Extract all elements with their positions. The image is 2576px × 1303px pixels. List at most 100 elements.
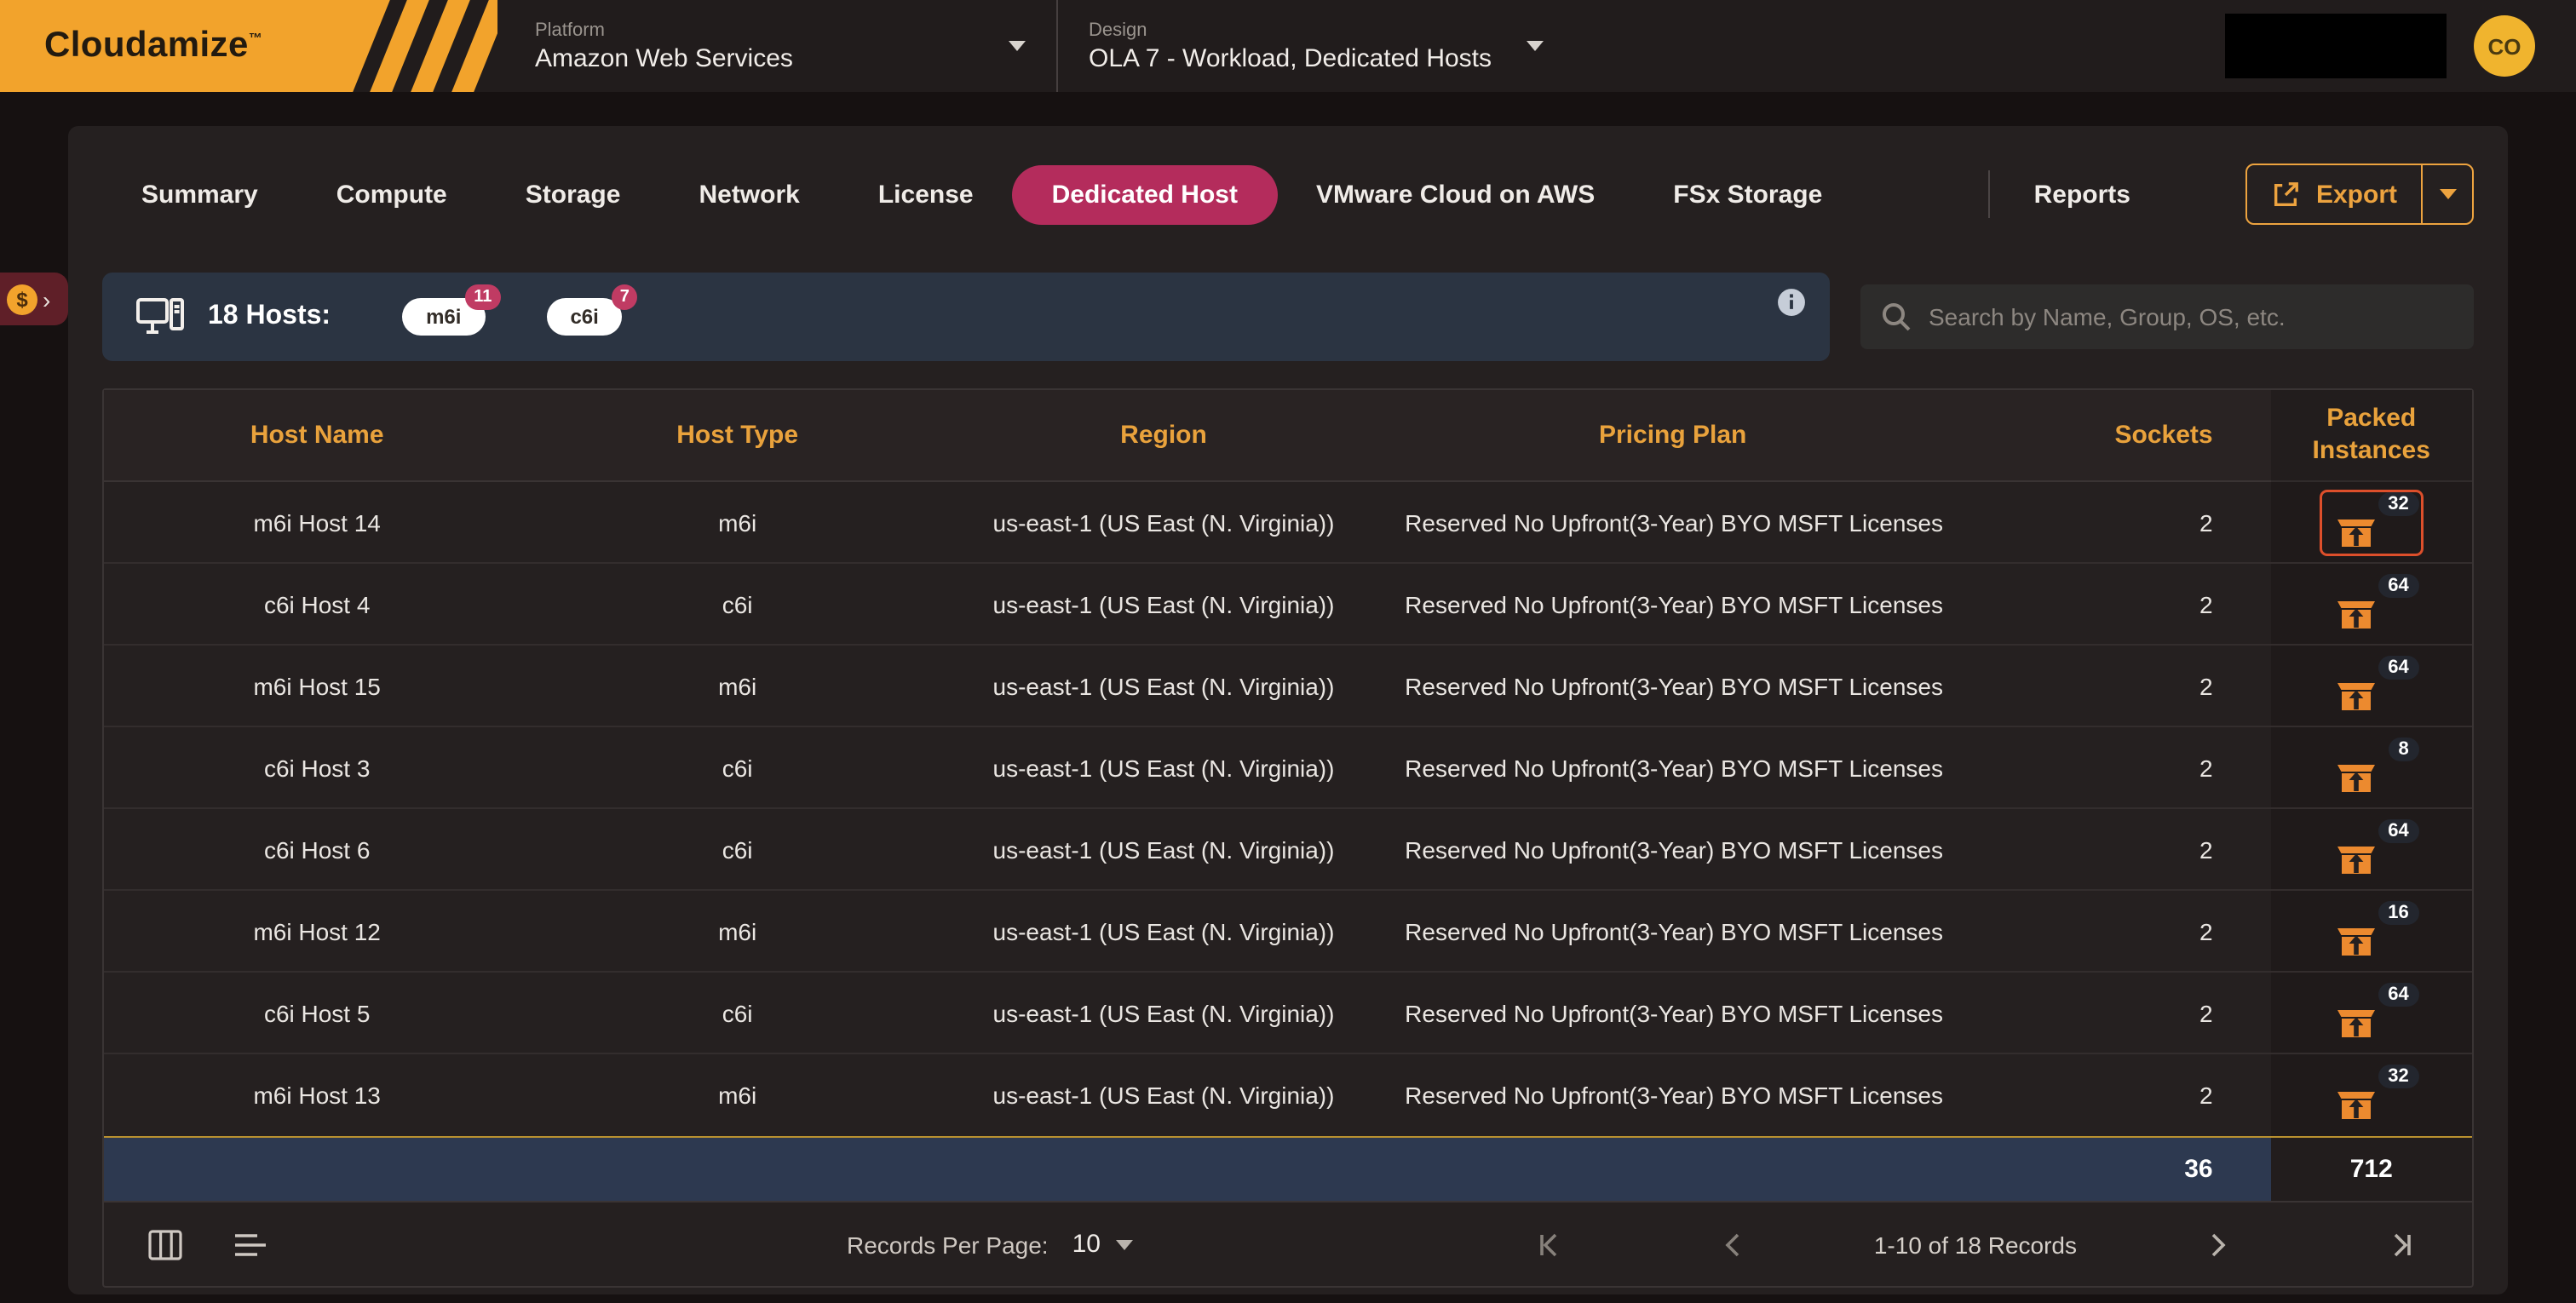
table-row[interactable]: m6i Host 14 m6i us-east-1 (US East (N. V… (104, 482, 2472, 564)
packed-instances-button[interactable]: 64 (2322, 982, 2421, 1043)
packed-instances-button[interactable]: 64 (2322, 655, 2421, 716)
packed-instances-button[interactable]: 16 (2322, 900, 2421, 961)
last-page-icon (2387, 1237, 2414, 1263)
records-range-info: 1-10 of 18 Records (1874, 1231, 2077, 1258)
table-row[interactable]: c6i Host 4 c6i us-east-1 (US East (N. Vi… (104, 564, 2472, 646)
nav-tabs: SummaryComputeStorageNetworkLicenseDedic… (102, 157, 2474, 232)
search-icon (1881, 301, 1912, 332)
records-per-page-select[interactable]: 10 (1072, 1230, 1133, 1259)
column-header-host-type[interactable]: Host Type (530, 420, 945, 452)
cell-sockets: 2 (1963, 508, 2270, 536)
chevron-down-icon (1009, 41, 1026, 51)
export-button[interactable]: Export (2246, 164, 2474, 225)
records-per-page: Records Per Page: 10 (847, 1230, 1133, 1259)
tab-license[interactable]: License (839, 164, 1013, 224)
cell-region: us-east-1 (US East (N. Virginia)) (945, 508, 1383, 536)
cell-pricing-plan: Reserved No Upfront(3-Year) BYO MSFT Lic… (1383, 999, 1963, 1026)
design-selector[interactable]: Design OLA 7 - Workload, Dedicated Hosts (1089, 20, 1543, 72)
tab-reports[interactable]: Reports (1990, 164, 2175, 224)
column-header-packed-instances[interactable]: Packed Instances (2271, 390, 2472, 482)
box-icon (2334, 508, 2378, 549)
design-value: OLA 7 - Workload, Dedicated Hosts (1089, 43, 1492, 72)
tab-network[interactable]: Network (659, 164, 838, 224)
host-type-label: m6i (426, 305, 461, 329)
cell-sockets: 2 (1963, 917, 2270, 944)
info-icon[interactable] (1777, 288, 1806, 317)
column-view-toggle[interactable] (148, 1229, 182, 1260)
tab-vmware-cloud-on-aws[interactable]: VMware Cloud on AWS (1277, 164, 1634, 224)
user-avatar[interactable]: CO (2474, 15, 2535, 77)
tab-fsx-storage[interactable]: FSx Storage (1634, 164, 1861, 224)
table-footer: Records Per Page: 10 (104, 1201, 2472, 1286)
chevron-down-icon (1116, 1239, 1133, 1249)
table-header-row: Host Name Host Type Region Pricing Plan … (104, 390, 2472, 482)
totals-row: 36 712 (104, 1136, 2472, 1201)
column-header-region[interactable]: Region (945, 420, 1383, 452)
packed-instances-button[interactable]: 8 (2322, 737, 2421, 798)
box-icon (2334, 835, 2378, 876)
table-row[interactable]: m6i Host 12 m6i us-east-1 (US East (N. V… (104, 891, 2472, 973)
tab-summary[interactable]: Summary (102, 164, 297, 224)
host-type-label: c6i (570, 305, 598, 329)
cloudamize-logo[interactable]: Cloudamize™ (0, 0, 497, 92)
list-view-toggle[interactable] (233, 1231, 267, 1258)
cell-packed-instances: 64 (2271, 973, 2472, 1053)
export-icon (2272, 180, 2301, 209)
next-page-button[interactable] (2189, 1231, 2244, 1258)
packed-instances-button[interactable]: 32 (2322, 1065, 2421, 1126)
table-row[interactable]: c6i Host 6 c6i us-east-1 (US East (N. Vi… (104, 809, 2472, 891)
packed-count-badge: 32 (2378, 491, 2419, 515)
cell-sockets: 2 (1963, 672, 2270, 699)
tab-storage[interactable]: Storage (486, 164, 660, 224)
table-row[interactable]: m6i Host 13 m6i us-east-1 (US East (N. V… (104, 1054, 2472, 1136)
cell-host-name: m6i Host 12 (104, 917, 530, 944)
packed-instances-button[interactable]: 32 (2322, 491, 2421, 553)
column-header-pricing-plan[interactable]: Pricing Plan (1383, 420, 1963, 452)
cell-host-name: c6i Host 3 (104, 754, 530, 781)
cell-sockets: 2 (1963, 1082, 2270, 1109)
design-label: Design (1089, 20, 1492, 40)
box-icon (2334, 754, 2378, 795)
summary-row: 18 Hosts: m6i 11 c6i 7 (102, 273, 2474, 361)
main-panel: SummaryComputeStorageNetworkLicenseDedic… (68, 126, 2508, 1294)
cell-packed-instances: 32 (2271, 1054, 2472, 1136)
cell-region: us-east-1 (US East (N. Virginia)) (945, 835, 1383, 863)
host-type-badge-c6i[interactable]: c6i 7 (546, 298, 622, 336)
trademark-symbol: ™ (249, 31, 262, 46)
tab-dedicated-host[interactable]: Dedicated Host (1013, 164, 1277, 224)
top-header: Cloudamize™ Platform Amazon Web Services… (0, 0, 2576, 92)
export-label: Export (2316, 180, 2397, 209)
packed-count-badge: 64 (2378, 982, 2419, 1006)
table-row[interactable]: c6i Host 5 c6i us-east-1 (US East (N. Vi… (104, 973, 2472, 1054)
cell-pricing-plan: Reserved No Upfront(3-Year) BYO MSFT Lic… (1383, 917, 1963, 944)
table-row[interactable]: m6i Host 15 m6i us-east-1 (US East (N. V… (104, 646, 2472, 727)
cell-region: us-east-1 (US East (N. Virginia)) (945, 672, 1383, 699)
host-badges: m6i 11 c6i 7 (402, 298, 623, 336)
previous-page-button[interactable] (1707, 1231, 1762, 1258)
cell-region: us-east-1 (US East (N. Virginia)) (945, 590, 1383, 617)
cost-panel-toggle[interactable]: $ › (0, 273, 68, 325)
chevron-down-icon (1526, 41, 1543, 51)
first-page-button[interactable] (1523, 1231, 1578, 1258)
tab-compute[interactable]: Compute (297, 164, 486, 224)
column-header-host-name[interactable]: Host Name (104, 420, 530, 452)
totals-packed-instances: 712 (2271, 1138, 2472, 1201)
cell-packed-instances: 64 (2271, 646, 2472, 726)
search-input[interactable] (1929, 303, 2453, 330)
records-per-page-label: Records Per Page: (847, 1231, 1049, 1258)
cell-host-type: m6i (530, 1082, 945, 1109)
table-row[interactable]: c6i Host 3 c6i us-east-1 (US East (N. Vi… (104, 727, 2472, 809)
export-dropdown-button[interactable] (2421, 165, 2472, 223)
packed-instances-button[interactable]: 64 (2322, 818, 2421, 880)
column-header-sockets[interactable]: Sockets (1963, 420, 2270, 452)
redacted-block (2225, 14, 2447, 78)
cell-host-type: m6i (530, 917, 945, 944)
host-type-badge-m6i[interactable]: m6i 11 (402, 298, 485, 336)
cell-pricing-plan: Reserved No Upfront(3-Year) BYO MSFT Lic… (1383, 672, 1963, 699)
cell-host-type: c6i (530, 754, 945, 781)
last-page-button[interactable] (2373, 1231, 2428, 1258)
platform-selector[interactable]: Platform Amazon Web Services (535, 20, 1026, 72)
cell-region: us-east-1 (US East (N. Virginia)) (945, 917, 1383, 944)
packed-instances-button[interactable]: 64 (2322, 573, 2421, 634)
pagination: 1-10 of 18 Records (1523, 1231, 2428, 1258)
